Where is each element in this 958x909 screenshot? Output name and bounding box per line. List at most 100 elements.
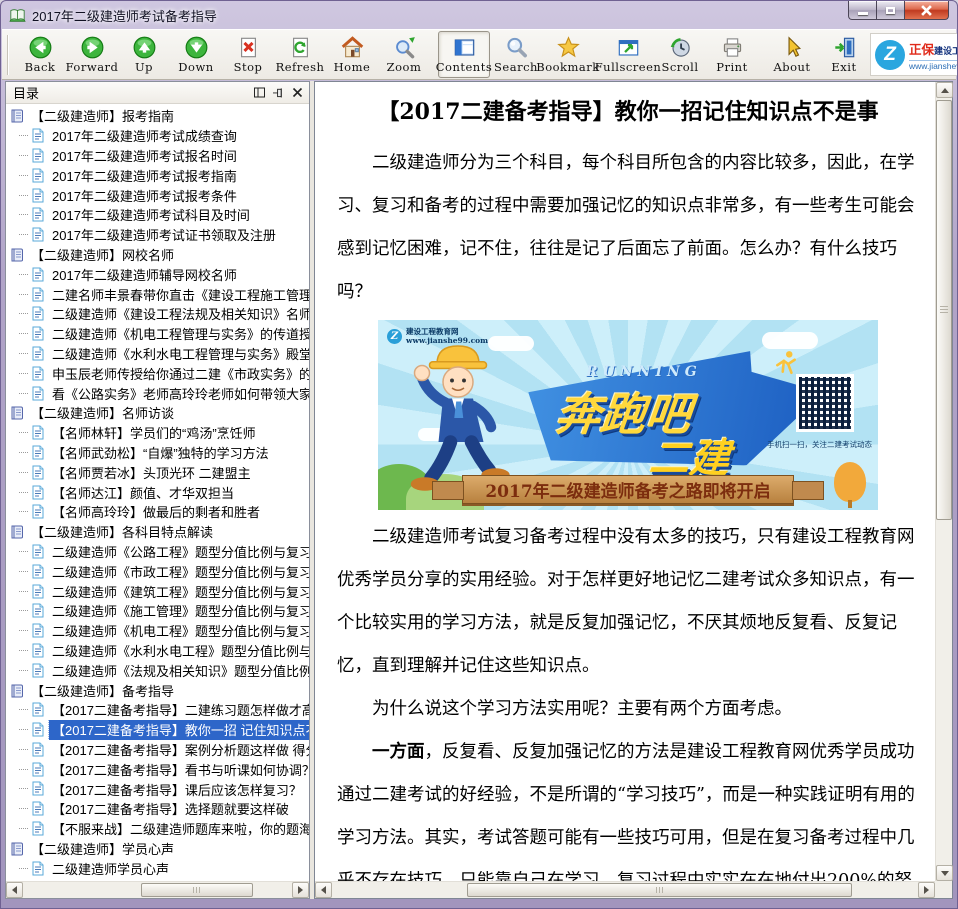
scroll-right-arrow[interactable] (918, 882, 935, 898)
toc-item-row[interactable]: 【名师高玲玲】做最后的剩者和胜者 (8, 502, 309, 522)
scrollbar-thumb[interactable] (936, 100, 952, 520)
titlebar[interactable]: 2017年二级建造师考试备考指导 (1, 1, 957, 29)
zoom-button[interactable]: Zoom (378, 31, 430, 78)
toc-title: 目录 (13, 83, 249, 102)
scrollbar-thumb[interactable] (467, 883, 852, 897)
tree-connector (19, 709, 28, 710)
toolbar-grip[interactable] (7, 35, 9, 75)
toc-item-row[interactable]: 【2017二建备考指导】二建练习题怎样做才高效 (8, 700, 309, 720)
toc-item-row[interactable]: 二级建造师《施工管理》题型分值比例与复习指导 (8, 601, 309, 621)
document-icon (31, 227, 45, 242)
toc-item-row[interactable]: 2017年二级建造师考试报考条件 (8, 185, 309, 205)
toc-item-row[interactable]: 【2017二建备考指导】案例分析题这样做 得分舍你 (8, 740, 309, 760)
book-icon (10, 841, 24, 856)
toolbar: Back Forward Up Down Stop Refresh Home (2, 29, 956, 80)
document-icon (31, 306, 45, 321)
refresh-button[interactable]: Refresh (274, 31, 326, 78)
tree-icon (834, 462, 866, 502)
scroll-right-arrow[interactable] (292, 882, 309, 898)
toc-item-label: 2017年二级建造师考试成绩查询 (49, 126, 240, 146)
toc-item-row[interactable]: 二级建造师《水利水电工程管理与实务》殿堂级人物 (8, 344, 309, 364)
down-button[interactable]: Down (170, 31, 222, 78)
scrollbar-thumb[interactable] (141, 883, 253, 897)
home-button[interactable]: Home (326, 31, 378, 78)
toc-item-row[interactable]: 【2017二建备考指导】课后应该怎样复习？ (8, 779, 309, 799)
toc-item-row[interactable]: 【名师林轩】学员们的“鸡汤”烹饪师 (8, 423, 309, 443)
toc-item-label: 2017年二级建造师考试报考条件 (49, 185, 240, 205)
stop-button[interactable]: Stop (222, 31, 274, 78)
maximize-button[interactable] (876, 1, 905, 20)
toc-item-row[interactable]: 二级建造师学员心声 (8, 858, 309, 878)
scroll-up-arrow[interactable] (936, 82, 953, 98)
toc-item-row[interactable]: 二级建造师《水利水电工程》题型分值比例与复习指 (8, 641, 309, 661)
toc-item-row[interactable]: 二级建造师《建筑工程》题型分值比例与复习指导 (8, 581, 309, 601)
scroll-button[interactable]: Scroll (654, 31, 706, 78)
toc-group-row[interactable]: 【二级建造师】名师访谈 (8, 403, 309, 423)
toc-group-label: 【二级建造师】各科目特点解读 (29, 522, 215, 542)
toc-item-label: 二级建造师《机电工程》题型分值比例与复习指导 (49, 621, 309, 641)
toc-item-row[interactable]: 2017年二级建造师辅导网校名师 (8, 264, 309, 284)
scroll-left-arrow[interactable] (315, 882, 332, 898)
minimize-button[interactable] (848, 1, 877, 20)
toc-group-row[interactable]: 【二级建造师】学员心声 (8, 838, 309, 858)
up-button[interactable]: Up (118, 31, 170, 78)
content-vertical-scrollbar[interactable] (935, 82, 952, 881)
toc-item-row[interactable]: 【2017二建备考指导】选择题就要这样破 (8, 799, 309, 819)
split-view-button[interactable] (250, 85, 268, 101)
about-button[interactable]: About (766, 31, 818, 78)
book-icon (10, 405, 24, 420)
content-horizontal-scrollbar[interactable] (315, 881, 935, 898)
toc-item-row[interactable]: 【不服来战】二级建造师题库来啦，你的题海战术 (8, 819, 309, 839)
toc-item-row[interactable]: 2017年二级建造师考试证书领取及注册 (8, 225, 309, 245)
toc-item-row[interactable]: 二级建造师《建设工程法规及相关知识》名师—— (8, 304, 309, 324)
toc-item-row[interactable]: 【名师贾若冰】头顶光环 二建盟主 (8, 462, 309, 482)
toc-item-row[interactable]: 二级建造师《市政工程》题型分值比例与复习指导 (8, 561, 309, 581)
document-icon (31, 326, 45, 341)
print-button[interactable]: Print (706, 31, 758, 78)
toc-group-row[interactable]: 【二级建造师】报考指南 (8, 106, 309, 126)
back-button[interactable]: Back (14, 31, 66, 78)
toc-item-row[interactable]: 二级建造师《机电工程》题型分值比例与复习指导 (8, 621, 309, 641)
scroll-down-arrow[interactable] (936, 865, 953, 881)
up-icon (133, 35, 156, 59)
close-button[interactable] (904, 1, 949, 20)
tree-connector (19, 670, 28, 671)
toc-item-row[interactable]: 二级建造师《法规及相关知识》题型分值比例与复习 (8, 660, 309, 680)
bookmark-button[interactable]: Bookmark (542, 31, 594, 78)
book-icon (10, 683, 24, 698)
tree-connector (19, 808, 28, 809)
toc-item-row[interactable]: 看《公路实务》老师高玲玲老师如何带领大家过“五 (8, 383, 309, 403)
toc-horizontal-scrollbar[interactable] (6, 881, 309, 898)
toc-item-row[interactable]: 【2017二建备考指导】教你一招 记住知识点不是事 (8, 720, 309, 740)
tree-connector (19, 630, 28, 631)
toc-item-row[interactable]: 2017年二级建造师考试报考指南 (8, 165, 309, 185)
toc-item-label: 【2017二建备考指导】教你一招 记住知识点不是事 (49, 720, 309, 740)
close-sidebar-button[interactable] (288, 85, 306, 101)
toc-item-row[interactable]: 【名师达江】颜值、才华双担当 (8, 482, 309, 502)
toc-item-row[interactable]: 二级建造师《公路工程》题型分值比例与复习指导 (8, 542, 309, 562)
contents-button[interactable]: Contents (438, 31, 490, 78)
brand-name: 建设工程教育网 (934, 46, 958, 56)
forward-button[interactable]: Forward (66, 31, 118, 78)
toc-item-label: 二级建造师《建设工程法规及相关知识》名师—— (49, 304, 309, 324)
toc-item-row[interactable]: 申玉辰老师传授给你通过二建《市政实务》的“绝世 (8, 363, 309, 383)
toc-item-row[interactable]: 2017年二级建造师考试成绩查询 (8, 126, 309, 146)
toc-item-row[interactable]: 二级建造师《机电工程管理与实务》的传道授业者— (8, 324, 309, 344)
tree-connector (19, 492, 28, 493)
exit-button[interactable]: Exit (818, 31, 870, 78)
toc-item-row[interactable]: 【2017二建备考指导】看书与听课如何协调？ (8, 759, 309, 779)
pin-button[interactable] (269, 85, 287, 101)
book-icon (10, 524, 24, 539)
toc-item-row[interactable]: 二建名师丰景春带你直击《建设工程施工管理》考点 (8, 284, 309, 304)
fullscreen-button[interactable]: Fullscreen (602, 31, 654, 78)
toc-item-row[interactable]: 2017年二级建造师考试科目及时间 (8, 205, 309, 225)
toc-item-row[interactable]: 2017年二级建造师考试报名时间 (8, 146, 309, 166)
toc-item-row[interactable]: 【名师武劲松】“自爆”独特的学习方法 (8, 443, 309, 463)
toc-group-row[interactable]: 【二级建造师】网校名师 (8, 245, 309, 265)
search-button[interactable]: Search (490, 31, 542, 78)
scroll-left-arrow[interactable] (6, 882, 23, 898)
tree-connector (19, 333, 28, 334)
toc-group-row[interactable]: 【二级建造师】备考指导 (8, 680, 309, 700)
document-icon (31, 148, 45, 163)
toc-group-row[interactable]: 【二级建造师】各科目特点解读 (8, 522, 309, 542)
